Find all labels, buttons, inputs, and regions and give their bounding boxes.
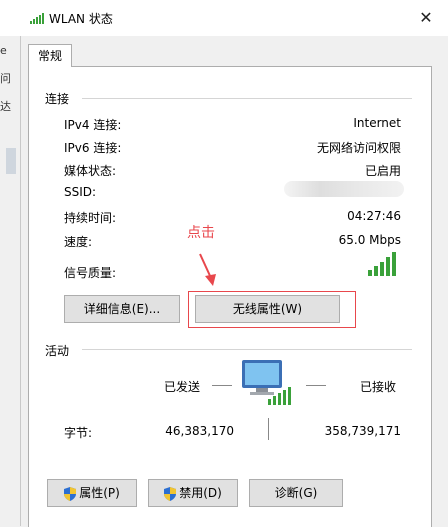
dialog-left-border xyxy=(20,36,21,526)
window-title: WLAN 状态 xyxy=(49,12,113,26)
uac-shield-icon xyxy=(64,486,77,501)
speed-label: 速度: xyxy=(64,235,93,249)
background-text-fragment: e xyxy=(0,44,7,57)
properties-button[interactable]: 属性(P) xyxy=(47,479,137,507)
disable-button-label: 禁用(D) xyxy=(179,486,222,500)
annotation-click-label: 点击 xyxy=(187,225,215,241)
diagnose-button[interactable]: 诊断(G) xyxy=(249,479,343,507)
section-connection-label: 连接 xyxy=(45,92,70,106)
section-activity-label: 活动 xyxy=(45,344,70,358)
close-button[interactable]: ✕ xyxy=(412,4,440,32)
section-separator xyxy=(82,349,412,350)
received-label: 已接收 xyxy=(360,380,397,394)
network-computer-icon xyxy=(242,360,291,405)
ssid-value-blurred xyxy=(284,181,404,197)
signal-strength-icon xyxy=(368,252,396,276)
annotation-arrow-icon xyxy=(199,253,216,286)
sent-dash xyxy=(212,385,232,386)
details-button[interactable]: 详细信息(E)... xyxy=(64,295,180,323)
diagnose-button-label: 诊断(G) xyxy=(274,486,318,500)
background-icon xyxy=(6,148,16,174)
sent-label: 已发送 xyxy=(164,380,201,394)
details-button-label: 详细信息(E)... xyxy=(83,302,161,316)
wifi-signal-icon xyxy=(30,13,44,24)
properties-button-label: 属性(P) xyxy=(79,486,120,500)
ipv4-label: IPv4 连接: xyxy=(64,118,122,132)
uac-shield-icon xyxy=(164,486,177,501)
ipv6-value: 无网络访问权限 xyxy=(316,141,401,155)
received-dash xyxy=(306,385,326,386)
ssid-label: SSID: xyxy=(64,185,97,199)
ipv4-value: Internet xyxy=(353,116,401,130)
background-text-fragment: 达 xyxy=(0,100,11,113)
background-window-edge: e 问 达 xyxy=(0,36,22,526)
bytes-divider xyxy=(268,418,269,440)
media-state-value: 已启用 xyxy=(364,164,401,178)
disable-button[interactable]: 禁用(D) xyxy=(148,479,238,507)
bytes-sent-value: 46,383,170 xyxy=(165,424,234,438)
signal-quality-label: 信号质量: xyxy=(64,266,117,280)
speed-value: 65.0 Mbps xyxy=(338,233,401,247)
bytes-received-value: 358,739,171 xyxy=(324,424,401,438)
duration-label: 持续时间: xyxy=(64,211,117,225)
duration-value: 04:27:46 xyxy=(347,209,401,223)
tab-general[interactable]: 常规 xyxy=(28,44,72,67)
ipv6-label: IPv6 连接: xyxy=(64,141,122,155)
bytes-label: 字节: xyxy=(64,426,93,440)
section-separator xyxy=(82,98,412,99)
background-text-fragment: 问 xyxy=(0,72,11,85)
media-state-label: 媒体状态: xyxy=(64,164,117,178)
annotation-highlight-box xyxy=(188,291,356,328)
